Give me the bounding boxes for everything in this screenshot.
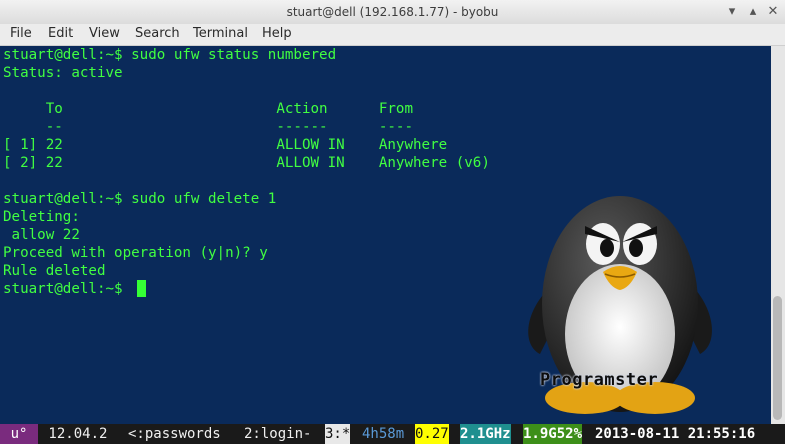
- status-window-passwords[interactable]: <:passwords: [128, 424, 229, 444]
- terminal-line: [ 2] 22 ALLOW IN Anywhere (v6): [3, 155, 490, 171]
- minimize-button[interactable]: ▾: [723, 3, 741, 21]
- scrollbar-thumb[interactable]: [773, 296, 782, 420]
- terminal-line: [ 1] 22 ALLOW IN Anywhere: [3, 137, 448, 153]
- close-button[interactable]: ✕: [764, 3, 782, 21]
- terminal-line: Rule deleted: [3, 263, 106, 279]
- status-memory: 1.9G52%: [523, 424, 583, 444]
- status-uptime: 4h58m: [362, 426, 405, 442]
- terminal-line: Deleting:: [3, 209, 80, 225]
- status-window-current[interactable]: 3:*: [325, 424, 351, 444]
- menu-terminal[interactable]: Terminal: [193, 26, 248, 41]
- menu-search[interactable]: Search: [135, 26, 180, 41]
- terminal-line: Status: active: [3, 65, 123, 81]
- window-title: stuart@dell (192.168.1.77) - byobu: [286, 5, 499, 19]
- status-load: 0.27: [415, 424, 449, 444]
- byobu-status-bar: u° 12.04.2 <:passwords 2:login- 3:* 4h58…: [0, 424, 785, 444]
- terminal-line: To Action From: [3, 101, 413, 117]
- menu-view[interactable]: View: [89, 26, 120, 41]
- status-distro: u°: [0, 424, 38, 444]
- menu-help[interactable]: Help: [262, 26, 292, 41]
- terminal-line: Proceed with operation (y|n)? y: [3, 245, 268, 261]
- terminal-line: -- ------ ----: [3, 119, 413, 135]
- menu-bar: File Edit View Search Terminal Help: [0, 24, 785, 46]
- status-datetime: 2013-08-11 21:55:16: [595, 426, 756, 442]
- menu-file[interactable]: File: [10, 26, 32, 41]
- status-window-login[interactable]: 2:login-: [244, 424, 320, 444]
- terminal-line: allow 22: [3, 227, 80, 243]
- status-release: 12.04.2: [40, 426, 116, 442]
- terminal-cursor: [137, 280, 146, 297]
- status-cpu-freq: 2.1GHz: [460, 424, 511, 444]
- logo-text: Programster: [540, 370, 659, 390]
- terminal-area[interactable]: Programster stuart@dell:~$ sudo ufw stat…: [0, 46, 771, 424]
- terminal-line: stuart@dell:~$ sudo ufw status numbered: [3, 47, 337, 63]
- menu-edit[interactable]: Edit: [48, 26, 73, 41]
- terminal-line: stuart@dell:~$ sudo ufw delete 1: [3, 191, 277, 207]
- title-bar: stuart@dell (192.168.1.77) - byobu ▾ ▴ ✕: [0, 0, 785, 25]
- terminal-prompt: stuart@dell:~$: [3, 281, 132, 297]
- maximize-button[interactable]: ▴: [744, 3, 762, 21]
